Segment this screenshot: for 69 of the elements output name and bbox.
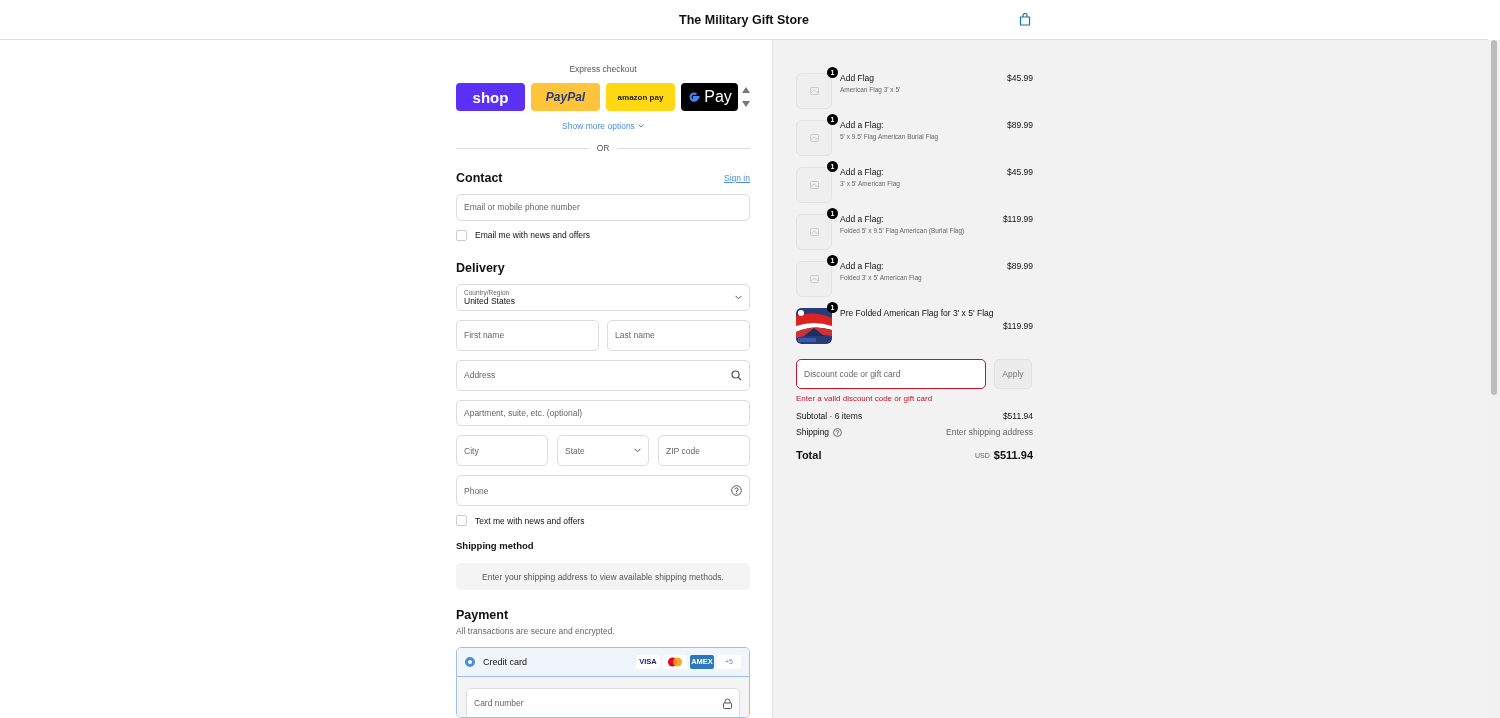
product-image-placeholder (796, 166, 832, 203)
show-more-options-link[interactable]: Show more options (562, 121, 644, 131)
last-name-field[interactable]: Last name (607, 319, 750, 351)
contact-heading: Contact (456, 171, 503, 185)
product-title: Pre Folded American Flag for 3' x 5' Flag (840, 308, 995, 318)
product-title: Add a Flag: (840, 120, 885, 130)
apply-button[interactable]: Apply (994, 359, 1032, 389)
shipping-notice: Enter your shipping address to view available shipping methods. (456, 563, 750, 590)
product-image-placeholder (796, 72, 832, 109)
subtotal-label: Subtotal · 6 items (796, 411, 863, 421)
checkbox[interactable] (456, 229, 467, 241)
payment-option-label: Credit card (483, 656, 528, 667)
apartment-field[interactable]: Apartment, suite, etc. (optional) (456, 399, 750, 427)
zip-code-field[interactable]: ZIP code (658, 435, 750, 467)
total-value: $511.94 (993, 449, 1033, 461)
product-price: $45.99 (1007, 166, 1033, 177)
product-title: Add a Flag: (840, 261, 885, 271)
chevron-down-icon (735, 294, 742, 300)
address-field[interactable]: Address (456, 359, 750, 391)
card-number-field[interactable]: Card number (466, 687, 740, 718)
mastercard-icon (663, 654, 687, 669)
product-price: $89.99 (1007, 119, 1033, 130)
help-icon (731, 485, 742, 497)
lock-icon (723, 697, 732, 709)
email-field[interactable]: Email or mobile phone number (456, 194, 750, 221)
store-name[interactable]: The Military Gift Store (679, 12, 809, 27)
scrollbar[interactable] (1488, 40, 1500, 718)
chevron-down-icon (634, 448, 641, 454)
shipping-value: Enter shipping address (946, 427, 1033, 437)
city-field[interactable]: City (456, 435, 548, 467)
product-price: $45.99 (1007, 72, 1033, 83)
help-icon[interactable] (833, 427, 843, 437)
product-title: Add a Flag: (840, 167, 885, 177)
express-checkout-title: Express checkout (568, 64, 638, 74)
shipping-method-heading: Shipping method (456, 540, 535, 552)
product-price: $119.99 (1002, 213, 1033, 224)
radio-button[interactable] (465, 656, 475, 667)
first-name-field[interactable]: First name (456, 319, 599, 351)
amazon-pay-button[interactable]: amazon pay (606, 83, 675, 111)
google-g-icon (687, 90, 702, 104)
paypal-button[interactable]: PayPal (531, 83, 600, 111)
product-image-placeholder (796, 260, 832, 297)
delivery-heading: Delivery (456, 260, 506, 275)
search-icon (731, 369, 742, 381)
product-price: $89.99 (1007, 260, 1033, 271)
google-pay-button[interactable]: Pay (681, 83, 738, 111)
chevron-down-icon (637, 124, 644, 128)
total-label: Total (796, 449, 822, 461)
shipping-label: Shipping (796, 427, 830, 437)
discount-error-message: Enter a valid discount code or gift card (796, 394, 934, 403)
discount-code-field[interactable]: Discount code or gift card (796, 359, 986, 389)
subtotal-value: $511.94 (1002, 411, 1033, 421)
product-title: Add Flag (840, 73, 876, 83)
payment-heading: Payment (456, 607, 510, 622)
or-divider-label: OR (596, 143, 610, 153)
scroll-arrows-icon[interactable] (742, 86, 750, 108)
product-price: $119.99 (1002, 320, 1033, 331)
product-image-placeholder (796, 119, 832, 156)
checkbox[interactable] (456, 515, 467, 527)
shop-pay-button[interactable]: shop (456, 83, 525, 111)
shopping-bag-icon[interactable] (1019, 13, 1031, 26)
phone-field[interactable]: Phone (456, 475, 750, 507)
product-title: Add a Flag: (840, 214, 885, 224)
sign-in-link[interactable]: Sign in (724, 173, 750, 183)
payment-subtitle: All transactions are secure and encrypted. (456, 625, 616, 636)
newsletter-label: Email me with news and offers (475, 230, 591, 241)
state-select[interactable]: State (557, 435, 649, 467)
product-image-placeholder (796, 213, 832, 250)
sms-label: Text me with news and offers (475, 515, 585, 526)
